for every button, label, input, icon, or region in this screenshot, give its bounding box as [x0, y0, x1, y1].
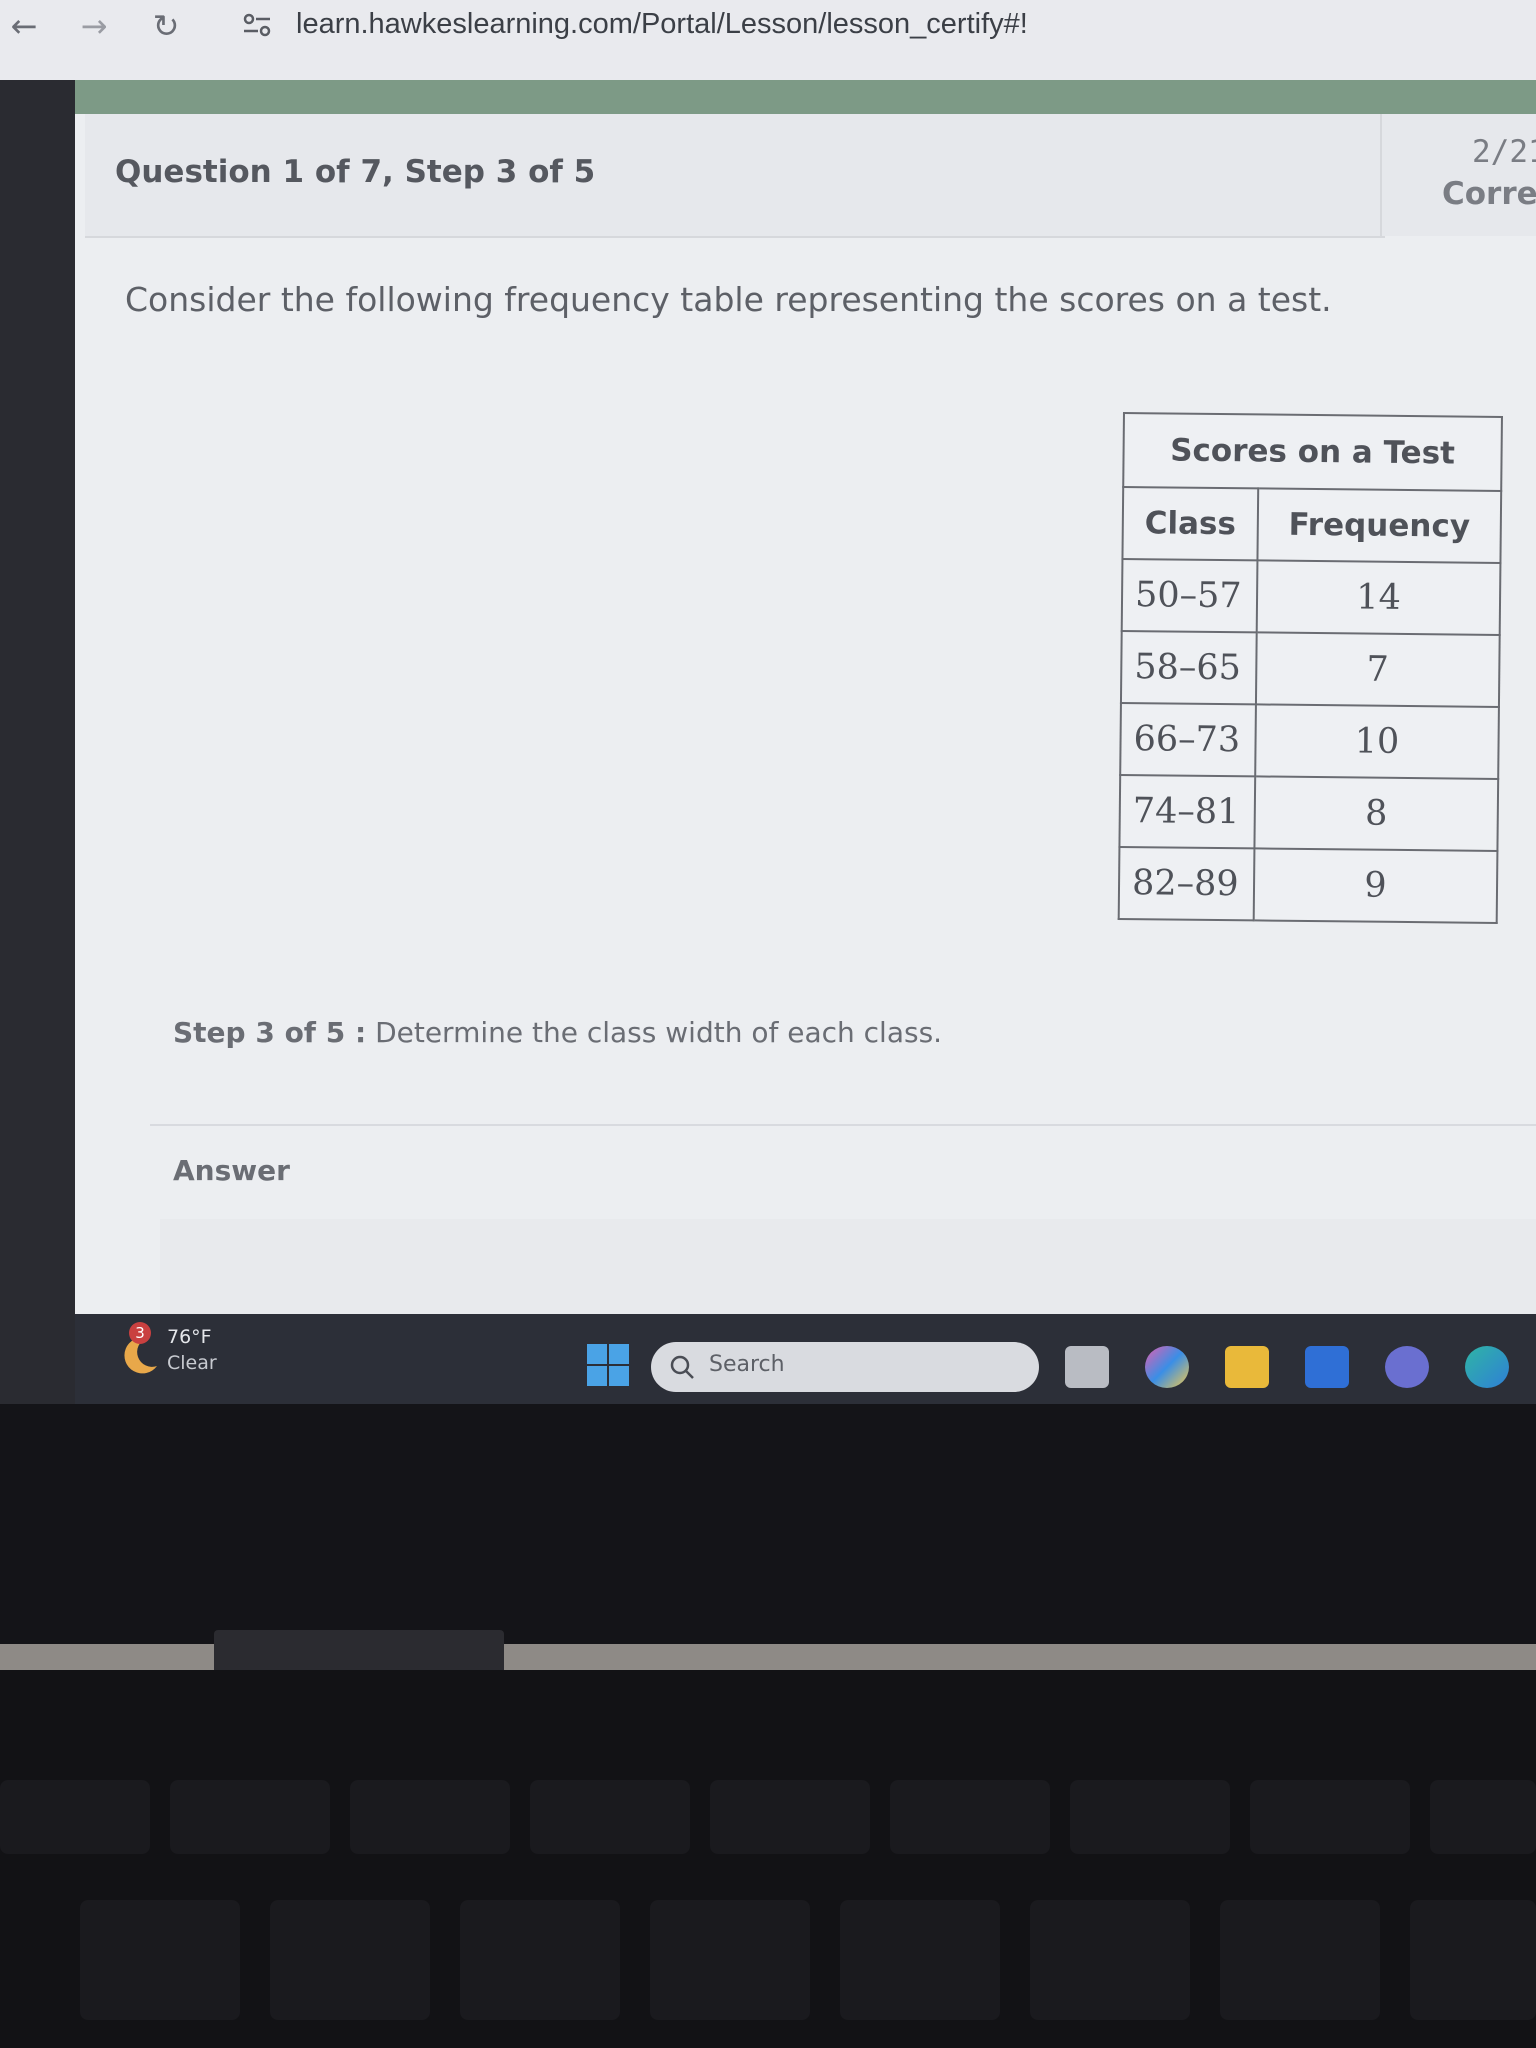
task-view-icon[interactable]	[1065, 1346, 1109, 1388]
keyboard-key	[80, 1900, 240, 2020]
keyboard-key	[1070, 1780, 1230, 1854]
keyboard-key	[0, 1780, 150, 1854]
keyboard-key	[1250, 1780, 1410, 1854]
copilot-icon[interactable]	[1145, 1346, 1189, 1388]
address-bar-url[interactable]: learn.hawkeslearning.com/Portal/Lesson/l…	[296, 2, 1028, 46]
progress-panel: 2/21 Correc	[1380, 114, 1536, 236]
table-row: 58–65 7	[1120, 630, 1500, 707]
column-header-frequency: Frequency	[1257, 488, 1502, 563]
step-text: Determine the class width of each class.	[375, 1016, 943, 1049]
keyboard-key	[1410, 1900, 1536, 2020]
keyboard-key	[1430, 1780, 1536, 1854]
table-row: 66–73 10	[1120, 702, 1499, 779]
windows-start-icon[interactable]	[587, 1344, 629, 1386]
search-placeholder: Search	[709, 1352, 785, 1377]
frequency-cell: 9	[1253, 848, 1498, 923]
class-cell: 74–81	[1119, 774, 1256, 849]
question-header: Question 1 of 7, Step 3 of 5	[85, 114, 1385, 238]
keyboard-area	[0, 1670, 1536, 2048]
file-explorer-icon[interactable]	[1225, 1346, 1269, 1388]
progress-count: 2/21	[1472, 134, 1536, 170]
dropbox-icon[interactable]	[1305, 1346, 1349, 1388]
section-divider	[150, 1124, 1536, 1126]
teams-icon[interactable]	[1385, 1346, 1429, 1388]
screen-bezel	[0, 1404, 1536, 1644]
lesson-page: Question 1 of 7, Step 3 of 5 2/21 Correc…	[75, 114, 1536, 1314]
keyboard-key	[890, 1780, 1050, 1854]
class-cell: 82–89	[1118, 846, 1255, 921]
browser-toolbar: ← → ↻ learn.hawkeslearning.com/Portal/Le…	[0, 0, 1536, 80]
keyboard-key	[1220, 1900, 1380, 2020]
answer-label: Answer	[173, 1154, 290, 1187]
table-row: 82–89 9	[1118, 846, 1498, 923]
weather-condition[interactable]: Clear	[167, 1352, 217, 1374]
windows-taskbar: 3 76°F Clear Search	[75, 1314, 1536, 1404]
search-icon	[670, 1355, 694, 1379]
question-prompt: Consider the following frequency table r…	[125, 280, 1332, 319]
keyboard-key	[350, 1780, 510, 1854]
table-row: 50–57 14	[1121, 559, 1501, 635]
class-cell: 66–73	[1120, 702, 1256, 777]
keyboard-key	[170, 1780, 330, 1854]
keyboard-key	[710, 1780, 870, 1854]
top-banner	[0, 80, 1536, 114]
forward-arrow-icon[interactable]: →	[74, 6, 114, 46]
frequency-cell: 7	[1255, 632, 1500, 707]
keyboard-key	[650, 1900, 810, 2020]
question-title: Question 1 of 7, Step 3 of 5	[115, 154, 596, 190]
answer-area[interactable]	[160, 1219, 1536, 1314]
column-header-class: Class	[1122, 487, 1259, 561]
keyboard-key	[1030, 1900, 1190, 2020]
weather-temperature[interactable]: 76°F	[167, 1326, 212, 1348]
keyboard-key	[460, 1900, 620, 2020]
table-row: 74–81 8	[1119, 774, 1499, 851]
back-arrow-icon[interactable]: ←	[4, 6, 44, 46]
keyboard-key	[840, 1900, 1000, 2020]
keyboard-key	[530, 1780, 690, 1854]
keyboard-key	[270, 1900, 430, 2020]
frequency-table: Scores on a Test Class Frequency 50–57 1…	[1117, 412, 1503, 924]
notification-badge: 3	[129, 1322, 151, 1344]
step-label: Step 3 of 5 :	[173, 1016, 367, 1049]
site-settings-icon[interactable]	[242, 12, 272, 38]
screen-left-edge	[0, 80, 75, 1404]
step-instruction: Step 3 of 5 : Determine the class width …	[173, 1016, 942, 1049]
table-title: Scores on a Test	[1122, 412, 1503, 490]
frequency-cell: 8	[1254, 776, 1499, 851]
frequency-cell: 14	[1256, 560, 1501, 635]
progress-status: Correc	[1442, 176, 1536, 212]
table-header-row: Class Frequency	[1122, 487, 1502, 563]
frequency-cell: 10	[1255, 704, 1499, 779]
edge-browser-icon[interactable]	[1465, 1346, 1509, 1388]
class-cell: 58–65	[1120, 630, 1257, 705]
taskbar-search[interactable]: Search	[651, 1342, 1039, 1392]
class-cell: 50–57	[1121, 559, 1258, 633]
reload-icon[interactable]: ↻	[146, 6, 186, 46]
